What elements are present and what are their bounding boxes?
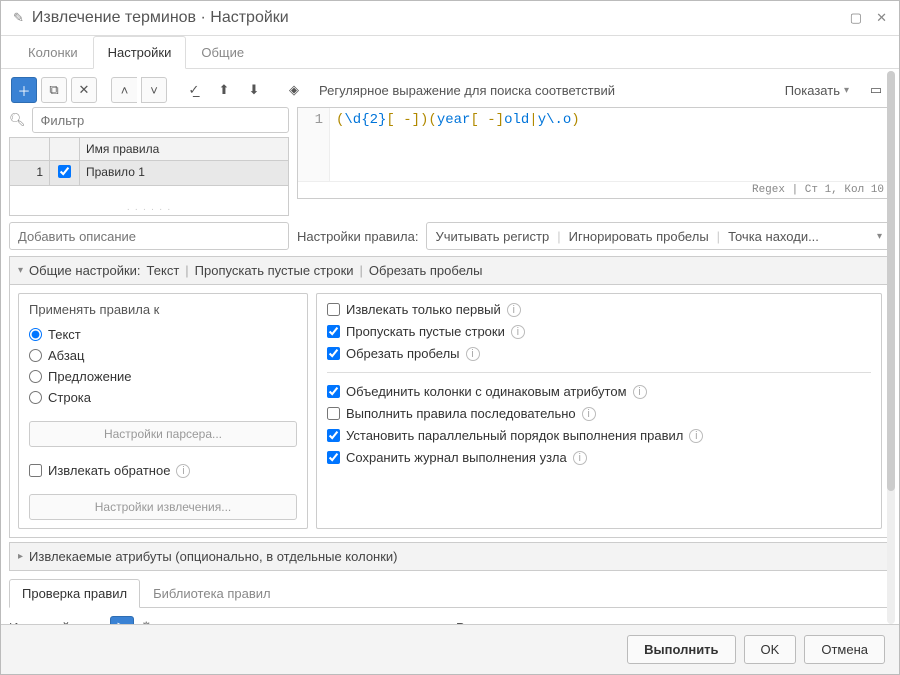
- main-tabs: Колонки Настройки Общие: [1, 36, 899, 69]
- radio-sentence[interactable]: Предложение: [29, 369, 297, 384]
- validate-icon[interactable]: ✓̲: [181, 77, 207, 103]
- chevron-down-icon: ▾: [18, 265, 23, 276]
- info-icon: i: [573, 451, 587, 465]
- rule-settings-label: Настройки правила:: [297, 229, 418, 244]
- rules-table: Имя правила 1 Правило 1: [9, 137, 289, 186]
- extractable-attrs-header[interactable]: ▸ Извлекаемые атрибуты (опционально, в о…: [9, 542, 891, 571]
- check-only-first[interactable]: Извлекать только первый i: [327, 302, 871, 317]
- dialog-window: ✎ Извлечение терминов · Настройки ▢ ✕ Ко…: [0, 0, 900, 675]
- show-dropdown[interactable]: Показать ▾: [785, 83, 849, 98]
- info-icon: i: [507, 303, 521, 317]
- parser-settings-button[interactable]: Настройки парсера...: [29, 421, 297, 447]
- info-icon: i: [633, 385, 647, 399]
- extract-settings-button[interactable]: Настройки извлечения...: [29, 494, 297, 520]
- info-icon: i: [689, 429, 703, 443]
- search-icon: 🔍︎: [9, 112, 26, 128]
- general-settings-header[interactable]: ▾ Общие настройки: Текст | Пропускать пу…: [9, 256, 891, 285]
- info-icon: i: [466, 347, 480, 361]
- info-icon: i: [176, 464, 190, 478]
- apply-rules-box: Применять правила к Текст Абзац Предложе…: [18, 293, 308, 529]
- move-up-button[interactable]: ˄: [111, 77, 137, 103]
- tab-columns[interactable]: Колонки: [13, 36, 93, 69]
- check-skip-empty[interactable]: Пропускать пустые строки i: [327, 324, 871, 339]
- options-box: Извлекать только первый i Пропускать пус…: [316, 293, 882, 529]
- check-parallel[interactable]: Установить параллельный порядок выполнен…: [327, 428, 871, 443]
- scrollbar-thumb[interactable]: [887, 71, 895, 491]
- pencil-icon: ✎: [13, 10, 24, 26]
- check-sequential[interactable]: Выполнить правила последовательно i: [327, 406, 871, 421]
- info-icon: i: [582, 407, 596, 421]
- add-rule-button[interactable]: ＋: [11, 77, 37, 103]
- delete-rule-button[interactable]: ✕: [71, 77, 97, 103]
- scrollbar[interactable]: [887, 71, 895, 624]
- tab-rule-check[interactable]: Проверка правил: [9, 579, 140, 608]
- execute-button[interactable]: Выполнить: [627, 635, 735, 664]
- rules-header-name: Имя правила: [80, 138, 288, 160]
- chevron-right-icon: ▸: [18, 551, 23, 562]
- tab-settings[interactable]: Настройки: [93, 36, 187, 69]
- show-label: Показать: [785, 83, 840, 98]
- rule-name-cell: Правило 1: [80, 161, 288, 185]
- run-preview-button[interactable]: ▶: [110, 616, 134, 624]
- info-icon: i: [511, 325, 525, 339]
- rule-enabled-checkbox[interactable]: [58, 165, 71, 178]
- apply-title: Применять правила к: [29, 302, 297, 317]
- check-journal[interactable]: Сохранить журнал выполнения узла i: [327, 450, 871, 465]
- maximize-icon[interactable]: ▢: [850, 10, 862, 26]
- ok-button[interactable]: OK: [744, 635, 797, 664]
- rules-toolbar: ＋ ⧉ ✕ ˄ ˅ ✓̲ ⬆ ⬇ ◈ Регулярное выражение …: [9, 73, 891, 107]
- description-input[interactable]: [9, 222, 289, 250]
- check-trim[interactable]: Обрезать пробелы i: [327, 346, 871, 361]
- regex-label: Регулярное выражение для поиска соответс…: [319, 83, 615, 98]
- close-icon[interactable]: ✕: [876, 10, 887, 26]
- download-icon[interactable]: ⬇: [241, 77, 267, 103]
- dialog-footer: Выполнить OK Отмена: [1, 624, 899, 674]
- title-bar: ✎ Извлечение терминов · Настройки ▢ ✕: [1, 1, 899, 36]
- check-merge-cols[interactable]: Объединить колонки с одинаковым атрибуто…: [327, 384, 871, 399]
- upload-icon[interactable]: ⬆: [211, 77, 237, 103]
- move-down-button[interactable]: ˅: [141, 77, 167, 103]
- content-area: ＋ ⧉ ✕ ˄ ˅ ✓̲ ⬆ ⬇ ◈ Регулярное выражение …: [1, 69, 899, 624]
- rule-settings-dropdown[interactable]: Учитывать регистр | Игнорировать пробелы…: [426, 222, 891, 250]
- regex-code: (\d{2}[ -])(year[ -]old|y\.o): [330, 108, 586, 181]
- radio-text[interactable]: Текст: [29, 327, 297, 342]
- regex-editor[interactable]: 1 (\d{2}[ -])(year[ -]old|y\.o) Regex | …: [297, 107, 891, 199]
- chevron-down-icon: ▾: [877, 231, 882, 242]
- cube-icon[interactable]: ◈: [281, 77, 307, 103]
- rule-index: 1: [10, 161, 50, 185]
- filter-input[interactable]: [32, 107, 289, 133]
- preview-tabs: Проверка правил Библиотека правил: [9, 579, 891, 608]
- copy-rule-button[interactable]: ⧉: [41, 77, 67, 103]
- chevron-down-icon: ▾: [844, 85, 849, 96]
- extract-inverse-checkbox[interactable]: Извлекать обратное i: [29, 463, 297, 478]
- rule-row[interactable]: 1 Правило 1: [10, 161, 288, 185]
- radio-paragraph[interactable]: Абзац: [29, 348, 297, 363]
- tab-rule-library[interactable]: Библиотека правил: [140, 579, 284, 608]
- radio-line[interactable]: Строка: [29, 390, 297, 405]
- line-number: 1: [298, 108, 330, 181]
- layout-icon[interactable]: ▭: [863, 77, 889, 103]
- window-title: Извлечение терминов · Настройки: [32, 9, 850, 27]
- table-resize-handle[interactable]: · · · · · ·: [9, 186, 289, 216]
- tab-general[interactable]: Общие: [186, 36, 259, 69]
- cancel-button[interactable]: Отмена: [804, 635, 885, 664]
- editor-status: Regex | Ст 1, Кол 10: [298, 181, 890, 198]
- window-controls: ▢ ✕: [850, 10, 887, 26]
